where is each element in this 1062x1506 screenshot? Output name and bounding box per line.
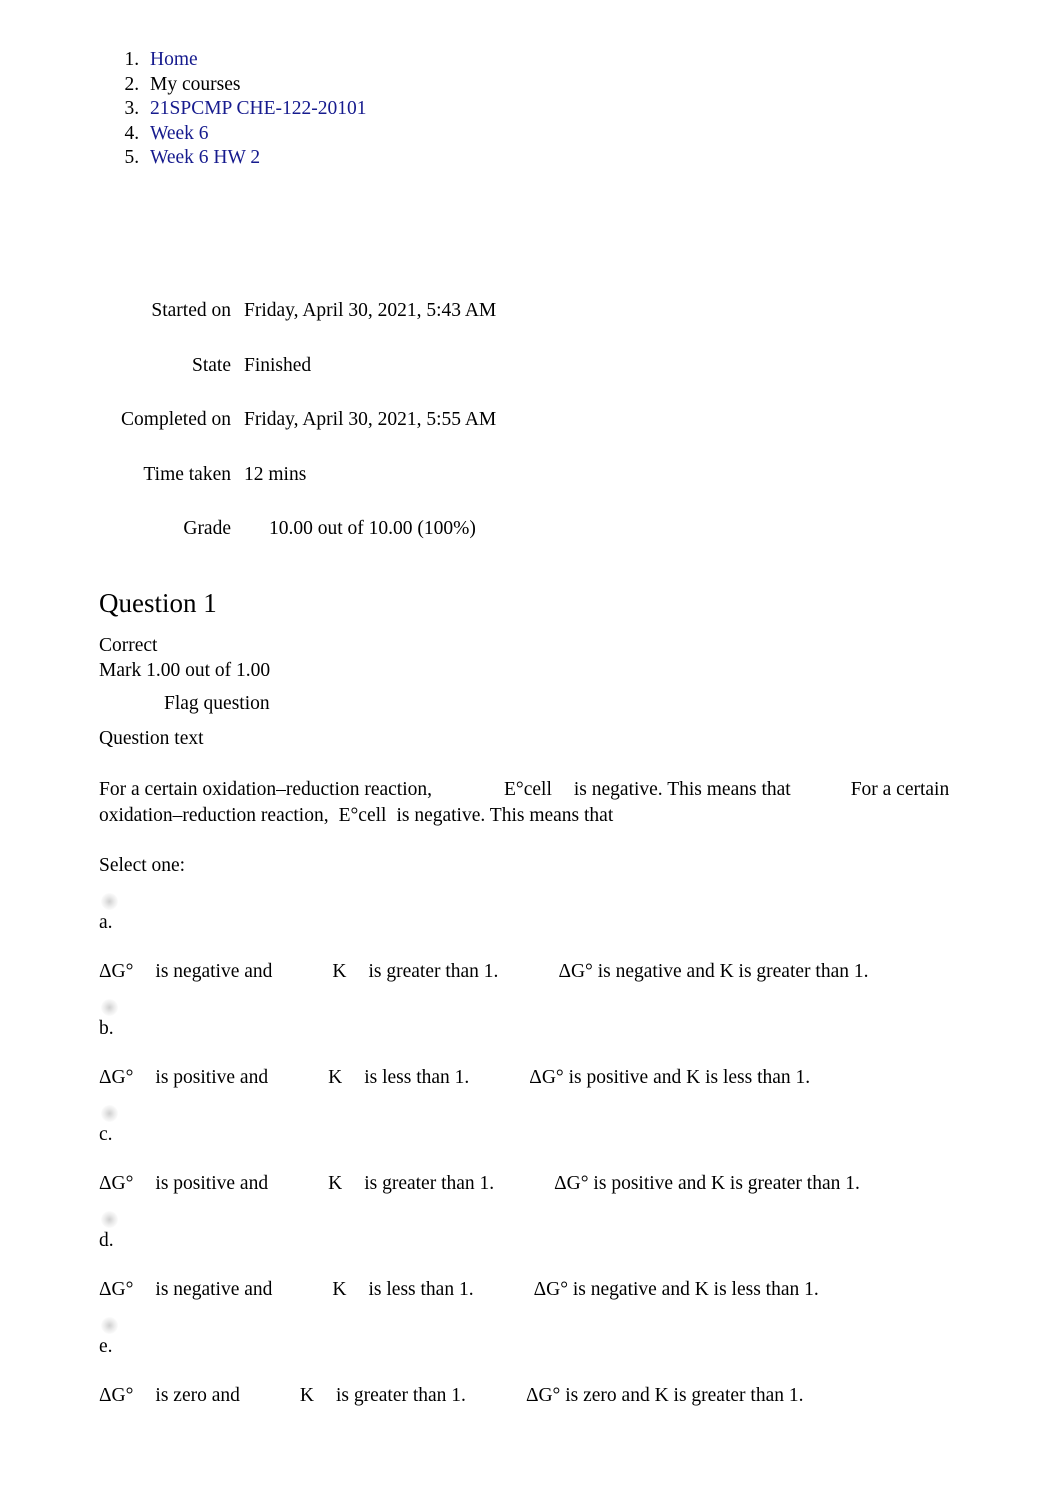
table-row: Started on Friday, April 30, 2021, 5:43 … (100, 300, 620, 355)
breadcrumb-link-course[interactable]: 21SPCMP CHE-122-20101 (150, 98, 367, 119)
radio-button-icon[interactable] (101, 1104, 118, 1122)
answer-letter-e: e. (99, 1335, 113, 1357)
table-row: Time taken 12 mins (100, 464, 620, 519)
answer-plain-a: ΔG° is negative and K is greater than 1. (558, 961, 869, 982)
status-badge: Correct (99, 635, 158, 656)
table-row: State Finished (100, 355, 620, 410)
info-value-completed-on: Friday, April 30, 2021, 5:55 AM (244, 409, 497, 430)
answer-symbol-dg: ΔG° (99, 1385, 134, 1406)
select-one-label: Select one: (99, 855, 186, 876)
question-text-part-3: is negative. This means that (573, 779, 791, 800)
breadcrumb-link-week[interactable]: Week 6 (150, 123, 209, 144)
info-label-completed-on: Completed on (121, 409, 231, 430)
answer-letter-a: a. (99, 911, 113, 933)
answer-letter-d: d. (99, 1229, 114, 1251)
radio-button-icon[interactable] (101, 998, 118, 1016)
answer-option-a[interactable]: a. ΔG° is negative and Kis greater than 1.… (99, 892, 1014, 985)
answer-text-c: ΔG° is positive and Kis greater than 1. ΔG°… (99, 1172, 1014, 1197)
quiz-review-page: Home My courses 21SPCMP CHE-122-20101 We… (0, 0, 1062, 1506)
question-text-symbol-ecell-2: E°cell (338, 804, 387, 826)
answer-letter-c: c. (99, 1123, 113, 1145)
info-value-started-on: Friday, April 30, 2021, 5:43 AM (244, 300, 497, 321)
info-value-time-taken: 12 mins (244, 463, 307, 485)
info-label-grade: Grade (183, 518, 231, 539)
answer-text-b: ΔG° is positive and Kis less than 1. ΔG° is… (99, 1066, 1014, 1091)
answer-symbol-dg: ΔG° (99, 1173, 134, 1194)
answer-letter-b: b. (99, 1017, 114, 1039)
answer-symbol-k: K (332, 1279, 347, 1300)
answer-symbol-dg: ΔG° (99, 961, 134, 982)
answer-symbol-dg: ΔG° (99, 1279, 134, 1300)
radio-button-icon[interactable] (101, 1210, 118, 1228)
answer-symbol-dg: ΔG° (99, 1067, 134, 1088)
breadcrumb-link-assignment[interactable]: Week 6 HW 2 (150, 147, 260, 168)
breadcrumb-item-home[interactable]: Home (144, 48, 367, 73)
info-value-grade: 10.00 out of 10.00 (100%) (269, 518, 476, 539)
question-mark: Mark 1.00 out of 1.00 (99, 659, 271, 681)
answer-mid-2: is greater than 1. (368, 961, 499, 982)
question-text: For a certain oxidation–reduction reacti… (99, 777, 1014, 828)
answer-mid-2: is less than 1. (364, 1067, 470, 1088)
flag-question-label: Flag question (164, 693, 270, 714)
table-row: Grade 10.00 out of 10.00 (100%) (100, 518, 620, 573)
radio-button-icon[interactable] (101, 1316, 118, 1334)
page-title: Question 1 (99, 588, 217, 618)
breadcrumb-link-home[interactable]: Home (150, 49, 198, 70)
answer-options-list: a. ΔG° is negative and Kis greater than 1.… (99, 892, 1014, 1409)
answer-mid-2: is greater than 1. (335, 1385, 466, 1406)
answer-option-b[interactable]: b. ΔG° is positive and Kis less than 1. ΔG°… (99, 998, 1014, 1091)
table-row: Completed on Friday, April 30, 2021, 5:5… (100, 409, 620, 464)
answer-symbol-k: K (328, 1173, 343, 1194)
question-text-symbol-ecell-1: E°cell (504, 779, 552, 800)
question-text-label: Question text (99, 727, 204, 749)
answer-text-a: ΔG° is negative and Kis greater than 1. ΔG°… (99, 960, 1014, 985)
answer-option-d[interactable]: d. ΔG° is negative and Kis less than 1. ΔG°… (99, 1210, 1014, 1303)
answer-option-e[interactable]: e. ΔG° is zero and Kis greater than 1. ΔG° … (99, 1316, 1014, 1409)
info-label-started-on: Started on (151, 300, 231, 321)
answer-plain-c: ΔG° is positive and K is greater than 1. (554, 1173, 860, 1194)
question-text-part-1: For a certain oxidation–reduction reacti… (99, 779, 433, 800)
breadcrumb: Home My courses 21SPCMP CHE-122-20101 We… (100, 48, 367, 171)
flag-question-button[interactable]: Flag question (99, 692, 1014, 717)
breadcrumb-item-my-courses: My courses (144, 73, 367, 98)
answer-symbol-k: K (332, 961, 347, 982)
answer-mid-2: is greater than 1. (364, 1173, 495, 1194)
breadcrumb-item-week[interactable]: Week 6 (144, 122, 367, 147)
answer-text-e: ΔG° is zero and Kis greater than 1. ΔG° is … (99, 1384, 1014, 1409)
breadcrumb-item-course[interactable]: 21SPCMP CHE-122-20101 (144, 97, 367, 122)
question-text-part-6: is negative. This means that (396, 804, 614, 826)
info-label-state: State (192, 354, 231, 376)
question-block: Question 1 Correct Mark 1.00 out of 1.00… (99, 586, 1014, 1409)
answer-mid-1: is negative and (155, 961, 273, 982)
info-label-time-taken: Time taken (143, 463, 231, 485)
answer-symbol-k: K (328, 1067, 343, 1088)
radio-button-icon[interactable] (101, 892, 118, 910)
answer-mid-1: is positive and (155, 1067, 269, 1088)
answer-mid-2: is less than 1. (368, 1279, 474, 1300)
answer-plain-b: ΔG° is positive and K is less than 1. (529, 1067, 811, 1088)
answer-option-c[interactable]: c. ΔG° is positive and Kis greater than 1.… (99, 1104, 1014, 1197)
answer-symbol-k: K (299, 1385, 314, 1406)
answer-mid-1: is zero and (155, 1385, 240, 1406)
answer-plain-d: ΔG° is negative and K is less than 1. (533, 1279, 819, 1300)
breadcrumb-label-my-courses: My courses (150, 73, 241, 95)
answer-mid-1: is positive and (155, 1173, 269, 1194)
info-value-state: Finished (244, 354, 312, 376)
attempt-info-table: Started on Friday, April 30, 2021, 5:43 … (100, 300, 620, 573)
breadcrumb-item-assignment[interactable]: Week 6 HW 2 (144, 146, 367, 171)
answer-plain-e: ΔG° is zero and K is greater than 1. (525, 1385, 804, 1406)
answer-mid-1: is negative and (155, 1279, 273, 1300)
answer-text-d: ΔG° is negative and Kis less than 1. ΔG° is… (99, 1278, 1014, 1303)
